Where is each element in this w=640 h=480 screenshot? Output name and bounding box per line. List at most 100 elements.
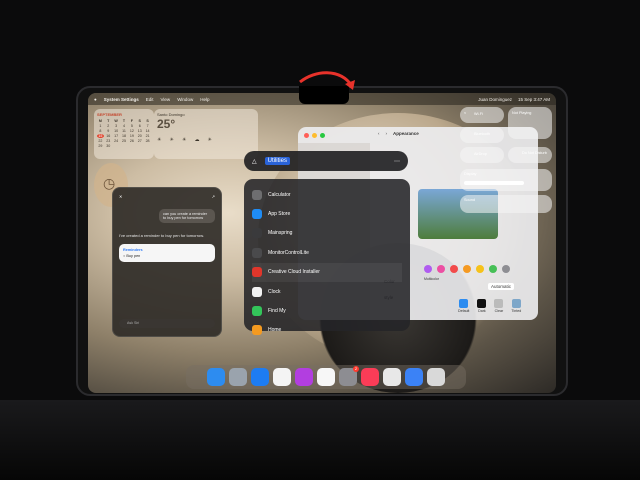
- minimize-button[interactable]: [312, 133, 317, 138]
- close-button[interactable]: [304, 133, 309, 138]
- menu-window[interactable]: Window: [177, 97, 193, 102]
- calendar-day[interactable]: 17: [113, 134, 120, 138]
- calendar-day[interactable]: 3: [113, 124, 120, 128]
- forward-icon[interactable]: ›: [386, 131, 388, 136]
- spotlight-result[interactable]: Creative Cloud Installer: [252, 262, 402, 282]
- spotlight-result[interactable]: App Store: [252, 204, 402, 223]
- now-playing-tile[interactable]: Not Playing: [508, 107, 552, 139]
- spotlight-result[interactable]: Clock: [252, 282, 402, 301]
- calendar-day[interactable]: 9: [105, 129, 112, 133]
- safari-icon[interactable]: [251, 368, 269, 386]
- sound-tile[interactable]: Sound: [460, 195, 552, 213]
- trash-icon[interactable]: [427, 368, 445, 386]
- calendar-day[interactable]: 6: [136, 124, 143, 128]
- icon-option-tinted[interactable]: Tinted: [511, 299, 521, 313]
- menu-help[interactable]: Help: [200, 97, 209, 102]
- calendar-day[interactable]: 25: [121, 139, 128, 143]
- spotlight-result[interactable]: Mainspring: [252, 224, 402, 243]
- settings-title: Appearance: [393, 131, 419, 136]
- siri-panel[interactable]: ✕ ↗ can you create a reminder to buy pen…: [112, 187, 222, 337]
- accent-swatches[interactable]: [424, 265, 510, 273]
- calendar-day[interactable]: 21: [144, 134, 151, 138]
- calendar-day[interactable]: 29: [97, 144, 104, 148]
- accent-swatch[interactable]: [424, 265, 432, 273]
- weather-widget[interactable]: Santo Domingo 25° ☀ ☀ ☀ ☁ ☀: [154, 109, 258, 159]
- expand-icon[interactable]: ↗: [212, 194, 215, 199]
- highlight-select[interactable]: Automatic: [488, 283, 515, 290]
- calendar-day[interactable]: 19: [128, 134, 135, 138]
- calendar-day[interactable]: 5: [128, 124, 135, 128]
- finder-icon[interactable]: [207, 368, 225, 386]
- calendar-day[interactable]: 20: [136, 134, 143, 138]
- calendar-day[interactable]: 7: [144, 124, 151, 128]
- zoom-button[interactable]: [320, 133, 325, 138]
- airdrop-tile[interactable]: AirDrop: [460, 147, 504, 163]
- spotlight-result-label: Mainspring: [268, 230, 293, 237]
- spotlight-result[interactable]: Home: [252, 321, 402, 340]
- accent-swatch[interactable]: [502, 265, 510, 273]
- calendar-day[interactable]: 10: [113, 129, 120, 133]
- sun-icon: ☀: [207, 137, 212, 143]
- display-slider[interactable]: [464, 181, 524, 185]
- calendar-day[interactable]: 18: [121, 134, 128, 138]
- spotlight-result[interactable]: MonitorControlLite: [252, 243, 402, 262]
- menu-app-name[interactable]: System Settings: [104, 97, 139, 102]
- calendar-day[interactable]: 4: [121, 124, 128, 128]
- bluetooth-tile[interactable]: Bluetooth: [460, 127, 504, 143]
- reminder-card[interactable]: Reminders ○ Buy pen: [119, 244, 215, 262]
- close-icon[interactable]: ✕: [119, 194, 122, 199]
- accent-swatch[interactable]: [437, 265, 445, 273]
- calendar-day[interactable]: 16: [105, 134, 112, 138]
- calendar-day[interactable]: 27: [136, 139, 143, 143]
- more-icon[interactable]: ⋯: [394, 158, 400, 165]
- calendar-day[interactable]: 28: [144, 139, 151, 143]
- calendar-day[interactable]: 13: [136, 129, 143, 133]
- display-tile[interactable]: Display: [460, 169, 552, 191]
- wifi-tile[interactable]: ≈ Wi-Fi: [460, 107, 504, 123]
- spotlight-result[interactable]: Calculator: [252, 185, 402, 204]
- icon-style-options[interactable]: Default Dark Clear Tinted: [458, 299, 521, 313]
- icon-option-default[interactable]: Default: [458, 299, 469, 313]
- freeform-icon[interactable]: [273, 368, 291, 386]
- dark-app-icon[interactable]: [383, 368, 401, 386]
- menu-datetime[interactable]: 15 Sep 3:47 AM: [518, 97, 550, 102]
- calendar-day[interactable]: 2: [105, 124, 112, 128]
- shortcuts-icon[interactable]: [295, 368, 313, 386]
- calendar-day[interactable]: 30: [105, 144, 112, 148]
- accent-swatch[interactable]: [450, 265, 458, 273]
- spotlight-result[interactable]: Find My: [252, 301, 402, 320]
- accent-swatch[interactable]: [463, 265, 471, 273]
- spotlight-query[interactable]: Utilities: [264, 157, 290, 165]
- icon-option-clear[interactable]: Clear: [494, 299, 504, 313]
- apple-icon[interactable]: ●: [94, 97, 97, 102]
- accent-swatch[interactable]: [476, 265, 484, 273]
- calendar-day[interactable]: 14: [144, 129, 151, 133]
- siri-input[interactable]: Ask Siri: [119, 319, 215, 328]
- calendar-day[interactable]: 1: [97, 124, 104, 128]
- preview-icon[interactable]: [405, 368, 423, 386]
- calendar-day[interactable]: 23: [105, 139, 112, 143]
- launchpad-icon[interactable]: [229, 368, 247, 386]
- spotlight-search-bar[interactable]: △ Utilities ⋯: [244, 151, 408, 171]
- photos-icon[interactable]: [317, 368, 335, 386]
- accent-swatch[interactable]: [489, 265, 497, 273]
- calendar-widget[interactable]: SEPTEMBER M T W T F S S 1 2 3 4 5 6 7 8 9 10 11 12 13 14 15 16…: [94, 109, 154, 159]
- calendar-day[interactable]: 22: [97, 139, 104, 143]
- calculator-icon: [252, 189, 262, 200]
- calendar-day[interactable]: 11: [121, 129, 128, 133]
- calendar-day[interactable]: 15: [97, 134, 104, 138]
- calendar-day[interactable]: 26: [128, 139, 135, 143]
- menu-view[interactable]: View: [161, 97, 171, 102]
- sun-icon: ☀: [181, 137, 187, 143]
- menu-edit[interactable]: Edit: [146, 97, 154, 102]
- back-icon[interactable]: ‹: [378, 131, 380, 136]
- icon-option-dark[interactable]: Dark: [477, 299, 487, 313]
- calendar-weekday: S: [138, 119, 141, 123]
- system-settings-icon[interactable]: 2: [339, 366, 359, 386]
- calendar-day[interactable]: 24: [113, 139, 120, 143]
- menu-user-name[interactable]: Juan Dominguez: [478, 97, 512, 102]
- music-icon[interactable]: [361, 368, 379, 386]
- calendar-day[interactable]: 8: [97, 129, 104, 133]
- calendar-day[interactable]: 12: [128, 129, 135, 133]
- focus-tile[interactable]: Do Not Disturb: [508, 147, 552, 163]
